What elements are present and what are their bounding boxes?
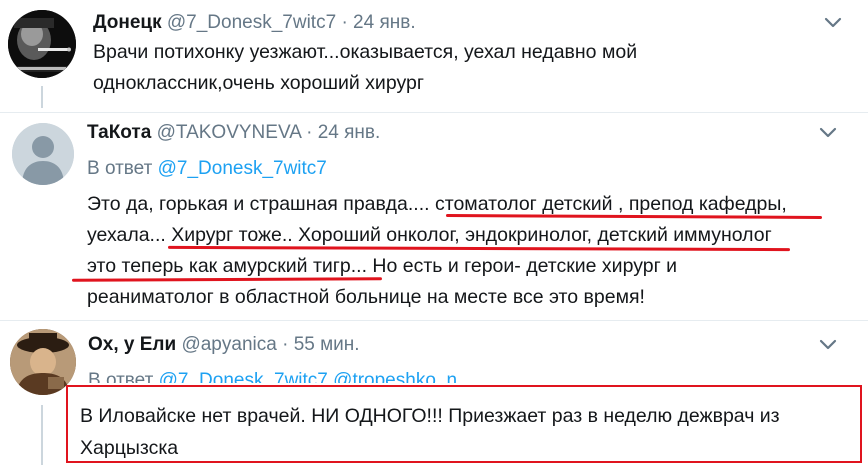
reply-mention-link[interactable]: @7_Donesk_7witc7 — [158, 158, 327, 179]
tweet-text: Это да, горькая и страшная правда.... ст… — [87, 189, 787, 313]
timestamp[interactable]: 24 янв. — [353, 12, 416, 33]
reply-prefix: В ответ — [88, 370, 154, 383]
chevron-down-icon[interactable] — [823, 16, 843, 30]
thread-line — [41, 86, 43, 108]
separator-dot: · — [341, 12, 348, 33]
highlight-box — [66, 385, 862, 463]
reply-prefix: В ответ — [87, 158, 153, 179]
display-name[interactable]: Ох, у Ели — [88, 334, 176, 355]
tweet-header: Ох, у Ели @apyanica · 55 мин. — [88, 333, 360, 357]
tweet-3[interactable]: Ох, у Ели @apyanica · 55 мин. В ответ @7… — [0, 321, 868, 465]
user-handle[interactable]: @apyanica — [181, 334, 276, 355]
reply-context: В ответ @7_Donesk_7witc7 — [87, 157, 327, 181]
avatar[interactable] — [8, 10, 76, 78]
separator-dot: · — [306, 122, 313, 143]
tweet-1[interactable]: Донецк @7_Donesk_7witc7 · 24 янв. Врачи … — [0, 0, 868, 112]
user-handle[interactable]: @7_Donesk_7witc7 — [167, 12, 336, 33]
reply-mention-link[interactable]: @7_Donesk_7witc7 @tropeshko_n — [159, 370, 457, 383]
reply-context: В ответ @7_Donesk_7witc7 @tropeshko_n — [88, 369, 457, 383]
smoking-person-photo — [8, 10, 76, 78]
display-name[interactable]: Донецк — [93, 12, 162, 33]
tweet-text-line: реаниматолог в областной больнице на мес… — [87, 286, 645, 308]
display-name[interactable]: ТаКота — [87, 122, 151, 143]
default-profile-icon — [12, 123, 74, 185]
avatar[interactable] — [12, 123, 74, 185]
timestamp[interactable]: 24 янв. — [318, 122, 381, 143]
thread-line — [41, 405, 43, 465]
tweet-2[interactable]: ТаКота @TAKOVYNEVA · 24 янв. В ответ @7_… — [0, 113, 868, 319]
tweet-header: Донецк @7_Donesk_7witc7 · 24 янв. — [93, 11, 416, 35]
tweet-text-line: одноклассник,очень хороший хирург — [93, 72, 424, 94]
chevron-down-icon[interactable] — [818, 126, 838, 140]
tweet-text-line: Врачи потихонку уезжают...оказывается, у… — [93, 41, 638, 63]
tweet-text: Врачи потихонку уезжают...оказывается, у… — [93, 37, 637, 99]
chevron-down-icon[interactable] — [818, 338, 838, 352]
user-handle[interactable]: @TAKOVYNEVA — [157, 122, 301, 143]
separator-dot: · — [282, 334, 289, 355]
timestamp[interactable]: 55 мин. — [294, 334, 360, 355]
tweet-header: ТаКота @TAKOVYNEVA · 24 янв. — [87, 121, 380, 145]
